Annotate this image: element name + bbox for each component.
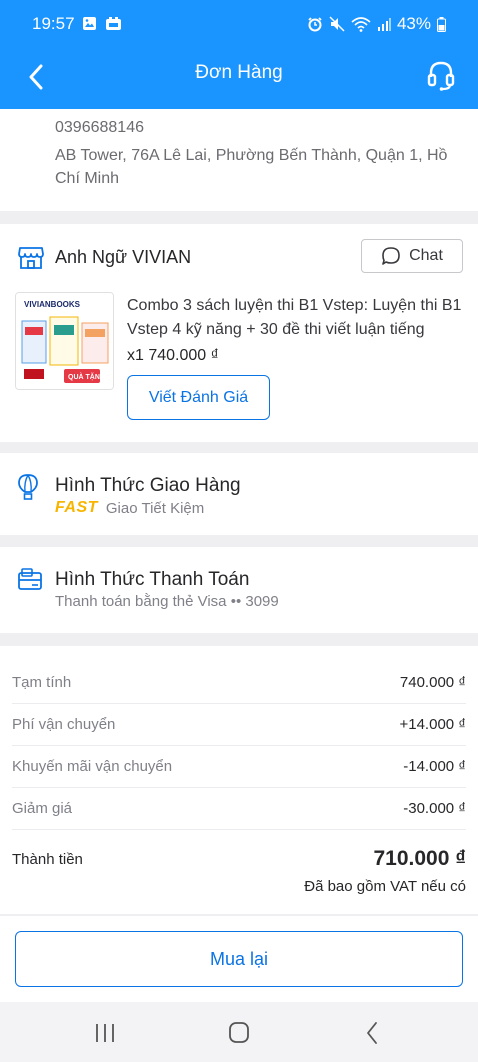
shipping-method-title: Hình Thức Giao Hàng	[55, 475, 241, 496]
app-notification-icon	[106, 17, 121, 30]
nav-bar: Đơn Hàng	[0, 48, 478, 109]
summary-value: 740.000 ₫	[399, 674, 466, 691]
product-image-badge: QUÀ TẶNG	[68, 372, 106, 381]
signal-icon	[377, 18, 391, 31]
summary-label: Tạm tính	[12, 674, 72, 691]
system-back-icon[interactable]	[358, 1020, 388, 1046]
alarm-icon	[308, 17, 322, 32]
product-image-brand: VIVIANBOOKS	[24, 300, 81, 309]
shop-name[interactable]: Anh Ngữ VIVIAN	[55, 247, 191, 268]
home-icon[interactable]	[224, 1020, 254, 1046]
write-review-button[interactable]: Viết Đánh Giá	[127, 375, 270, 420]
recipient-address: AB Tower, 76A Lê Lai, Phường Bến Thành, …	[55, 147, 448, 187]
recipient-phone: 0396688146	[55, 119, 144, 136]
product-thumbnail: VIVIANBOOKS QUÀ TẶNG	[16, 293, 113, 389]
summary-row: Tạm tính 740.000 ₫	[12, 662, 466, 704]
summary-label: Phí vận chuyển	[12, 716, 116, 733]
status-right: 43%	[307, 14, 446, 34]
summary-value: +14.000 ₫	[399, 716, 466, 733]
vat-note: Đã bao gồm VAT nếu có	[304, 878, 466, 895]
product-image[interactable]: VIVIANBOOKS QUÀ TẶNG	[15, 292, 114, 390]
battery-icon	[437, 16, 446, 32]
order-summary-section: Tạm tính 740.000 ₫ Phí vận chuyển +14.00…	[0, 646, 478, 914]
wifi-icon	[351, 17, 371, 32]
shop-icon	[18, 247, 44, 269]
mute-icon	[329, 16, 345, 32]
chat-bubble-icon	[382, 247, 400, 265]
app-header: 19:57 43% Đơn Hàng	[0, 0, 478, 109]
status-notification-icons	[82, 16, 122, 31]
fast-badge: FAST	[55, 499, 98, 516]
system-nav-bar	[0, 1002, 478, 1062]
support-button[interactable]	[426, 60, 456, 92]
shipping-method-name: Giao Tiết Kiệm	[105, 499, 205, 517]
recent-apps-icon[interactable]	[90, 1020, 120, 1046]
product-name[interactable]: Combo 3 sách luyện thi B1 Vstep: Luyện t…	[127, 294, 467, 342]
summary-value: -30.000 ₫	[403, 800, 466, 817]
shipping-method-detail: FAST Giao Tiết Kiệm	[55, 499, 204, 517]
delivery-balloon-icon	[18, 474, 38, 500]
summary-row: Khuyến mãi vận chuyển -14.000 ₫	[12, 746, 466, 788]
summary-label: Giảm giá	[12, 800, 73, 817]
summary-row: Giảm giá -30.000 ₫	[12, 788, 466, 830]
payment-method-title: Hình Thức Thanh Toán	[55, 569, 250, 590]
battery-percent: 43%	[396, 14, 431, 33]
shipping-method-section: Hình Thức Giao Hàng FAST Giao Tiết Kiệm	[0, 453, 478, 535]
shop-section: Anh Ngữ VIVIAN Chat VIVIANBOOKS QUÀ TẶNG…	[0, 224, 478, 442]
shipping-address-section: 0396688146 AB Tower, 76A Lê Lai, Phường …	[0, 109, 478, 211]
status-bar: 19:57 43%	[0, 0, 478, 48]
grand-total-label: Thành tiền	[12, 851, 83, 868]
gallery-icon	[83, 17, 96, 30]
payment-method-detail: Thanh toán bằng thẻ Visa •• 3099	[55, 593, 279, 610]
grand-total-value: 710.000 ₫	[373, 847, 466, 870]
page-title: Đơn Hàng	[195, 62, 283, 83]
status-time: 19:57	[32, 14, 75, 33]
headset-icon	[427, 61, 455, 91]
summary-label: Khuyến mãi vận chuyển	[12, 758, 173, 775]
rebuy-button[interactable]: Mua lại	[15, 931, 463, 987]
summary-row: Phí vận chuyển +14.000 ₫	[12, 704, 466, 746]
product-qty-price: x1 740.000 ₫	[127, 347, 219, 364]
chat-button[interactable]: Chat	[361, 239, 463, 273]
payment-method-section: Hình Thức Thanh Toán Thanh toán bằng thẻ…	[0, 547, 478, 633]
payment-card-icon	[18, 568, 42, 590]
action-bar: Mua lại	[0, 916, 478, 1002]
chat-button-label: Chat	[409, 247, 443, 264]
summary-value: -14.000 ₫	[403, 758, 466, 775]
